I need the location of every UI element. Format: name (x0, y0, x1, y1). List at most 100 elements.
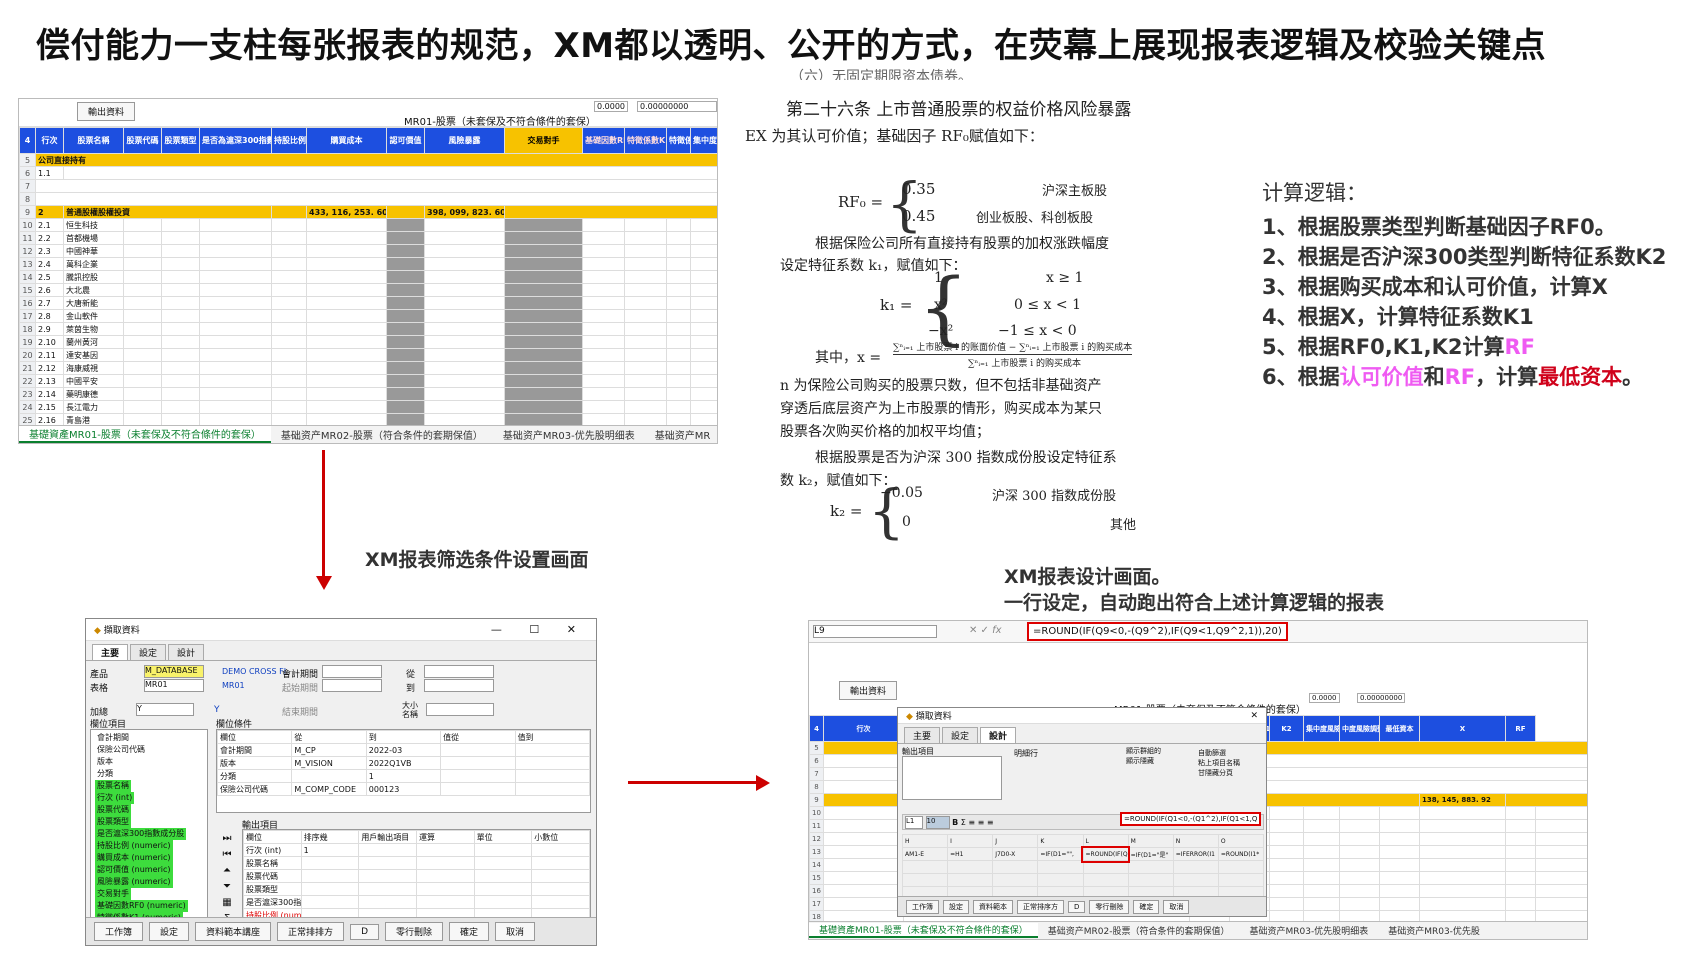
table-cell[interactable] (690, 335, 717, 349)
table-cell[interactable] (624, 296, 667, 310)
table-cell[interactable] (666, 387, 691, 401)
table-cell[interactable] (306, 374, 387, 388)
output-cell[interactable] (358, 895, 417, 909)
table-cell[interactable] (624, 335, 667, 349)
cell-value-a[interactable]: 0.0000 (1309, 693, 1340, 703)
table-cell[interactable] (1303, 871, 1340, 885)
table-cell[interactable] (123, 257, 162, 271)
table-cell[interactable] (1419, 858, 1506, 872)
period-field[interactable] (322, 665, 382, 678)
dialog-button[interactable]: 確定 (1133, 899, 1160, 914)
table-cell[interactable] (823, 819, 904, 833)
cond-cell[interactable] (514, 756, 590, 770)
dialog-tab[interactable]: 設定 (942, 727, 979, 743)
sum-field[interactable]: Y (136, 703, 194, 716)
field-item-selected[interactable]: 股票類型 (95, 816, 131, 828)
dialog-button[interactable]: D (1068, 900, 1086, 913)
cond-row[interactable]: 保險公司代碼 M_COMP_CODE 000123 (217, 782, 590, 796)
size-field[interactable] (426, 703, 494, 716)
table-cell[interactable] (624, 361, 667, 375)
table-cell[interactable] (1339, 897, 1380, 911)
inner-cell[interactable] (1127, 873, 1174, 887)
table-cell[interactable] (1379, 897, 1420, 911)
table-cell[interactable] (199, 231, 272, 245)
inner-cell[interactable]: =IF(D1="", (1037, 847, 1084, 861)
table-row[interactable]: 23 2.14 藥明康德 (19, 387, 717, 401)
table-cell[interactable] (424, 296, 505, 310)
table-row[interactable]: 24 2.15 長江電力 (19, 400, 717, 414)
output-cell[interactable] (415, 843, 475, 857)
output-cell[interactable] (531, 882, 590, 896)
table-cell[interactable] (199, 387, 272, 401)
table-cell[interactable] (199, 361, 272, 375)
move-buttons[interactable]: ⏭⏮⏶⏷▦Σ (218, 831, 236, 927)
dialog-tabs[interactable]: 主要 設定 設計 (86, 641, 596, 660)
output-cell[interactable]: 行次 (int) (243, 843, 302, 857)
cond-cell[interactable]: 會計期間 (217, 743, 293, 757)
sheet-tab[interactable]: 基础资产MR02-股票（符合条件的套期保值） (271, 427, 493, 442)
table-row[interactable]: 16 2.7 大唐新能 (19, 296, 717, 310)
output-cell[interactable] (531, 843, 590, 857)
output-row[interactable]: 是否滬深300指數成份股 (243, 895, 590, 909)
inner-cell[interactable]: =ROUND(I1* (1217, 847, 1265, 861)
table-cell[interactable] (690, 400, 717, 414)
table-cell[interactable] (1419, 871, 1506, 885)
table-cell[interactable] (199, 283, 272, 297)
table-cell[interactable] (306, 335, 387, 349)
table-cell[interactable] (1379, 910, 1420, 921)
table-cell[interactable] (1535, 897, 1587, 911)
cond-cell[interactable] (440, 782, 516, 796)
table-cell[interactable] (666, 348, 691, 362)
inner-cell[interactable]: =IFERROR(I1 (1172, 847, 1219, 861)
table-cell[interactable] (666, 244, 691, 258)
table-cell[interactable] (504, 335, 583, 349)
table-cell[interactable] (582, 309, 625, 323)
table-cell[interactable] (666, 374, 691, 388)
table-cell[interactable] (666, 296, 691, 310)
output-cell[interactable] (415, 856, 475, 870)
dialog-tab[interactable]: 主要 (904, 727, 941, 743)
dialog-button[interactable]: 工作簿 (906, 899, 939, 914)
table-cell[interactable] (582, 231, 625, 245)
table-cell[interactable] (161, 361, 200, 375)
output-cell[interactable]: 1 (300, 843, 360, 857)
table-cell[interactable] (1303, 832, 1340, 846)
inner-cell[interactable] (1037, 873, 1084, 887)
close-icon[interactable]: ✕ (1250, 711, 1258, 721)
table-cell[interactable] (271, 270, 307, 284)
table-cell[interactable] (1339, 884, 1380, 898)
table-cell[interactable] (690, 361, 717, 375)
table-cell[interactable] (424, 348, 505, 362)
table-cell[interactable] (123, 244, 162, 258)
table-cell[interactable] (306, 283, 387, 297)
inner-cell[interactable]: AM1-E (901, 847, 949, 861)
field-item-selected[interactable]: 交易對手 (95, 888, 131, 900)
table-cell[interactable] (1535, 845, 1587, 859)
table-cell[interactable] (424, 270, 505, 284)
inner-cell[interactable] (1217, 860, 1265, 874)
table-cell[interactable] (199, 309, 272, 323)
table-cell[interactable] (1303, 884, 1340, 898)
table-cell[interactable] (1505, 871, 1536, 885)
table-cell[interactable] (424, 257, 505, 271)
dialog-tabs[interactable]: 主要 設定 設計 (898, 724, 1266, 743)
table-cell[interactable] (386, 348, 425, 362)
table-row[interactable]: 17 2.8 金山軟件 (19, 309, 717, 323)
table-cell[interactable] (386, 270, 425, 284)
cond-cell[interactable]: 1 (365, 769, 442, 783)
output-cell[interactable]: 是否滬深300指數成份股 (243, 895, 302, 909)
output-cell[interactable] (300, 869, 360, 883)
table-cell[interactable] (271, 400, 307, 414)
table-cell[interactable] (199, 296, 272, 310)
table-cell[interactable] (271, 348, 307, 362)
output-row[interactable]: 行次 (int) 1 (243, 843, 590, 857)
table-row[interactable]: 18 2.9 萊茵生物 (19, 322, 717, 336)
table-cell[interactable] (823, 910, 904, 921)
dialog-button[interactable]: 設定 (943, 899, 969, 914)
table-cell[interactable] (123, 348, 162, 362)
inner-cell[interactable] (992, 860, 1039, 874)
table-cell[interactable] (823, 884, 904, 898)
table-cell[interactable] (504, 322, 583, 336)
inner-cell[interactable] (1082, 873, 1129, 887)
table-cell[interactable] (123, 296, 162, 310)
